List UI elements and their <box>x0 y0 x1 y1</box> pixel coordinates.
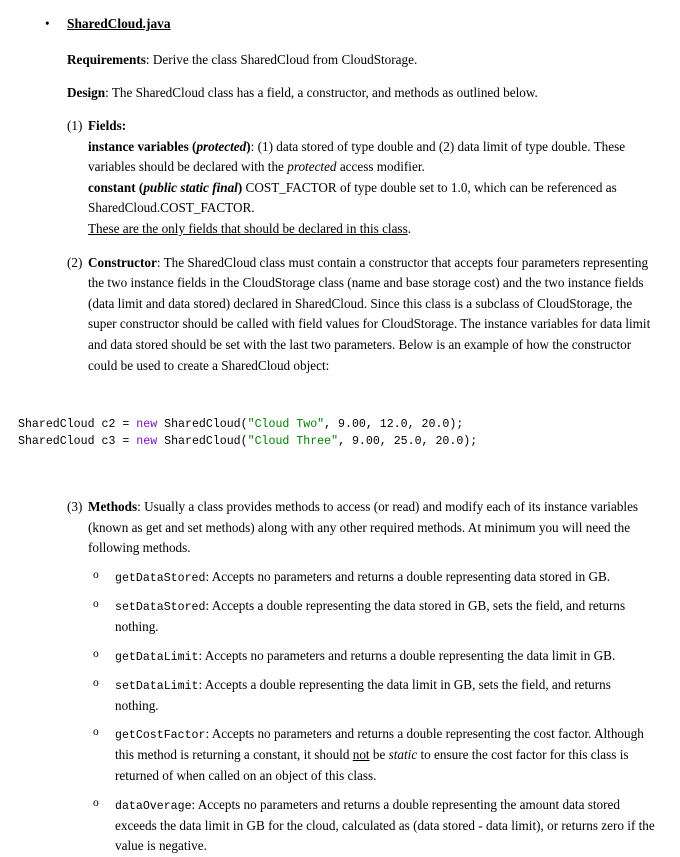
page-title: SharedCloud.java <box>67 16 171 31</box>
document-page: • SharedCloud.java Requirements: Derive … <box>0 0 680 853</box>
code-line-2-mid: SharedCloud( <box>157 434 248 448</box>
constructor-heading: Constructor <box>88 254 157 270</box>
fields-instance-variables-line: instance variables (protected): (1) data… <box>88 137 647 178</box>
circle-bullet-icon: o <box>93 676 99 689</box>
section-number-3: (3) <box>67 499 83 514</box>
code-keyword-new-1: new <box>136 417 158 431</box>
code-keyword-new-2: new <box>136 434 158 448</box>
fields-note-period: . <box>407 221 411 237</box>
circle-bullet-icon: o <box>93 647 99 660</box>
code-block: SharedCloud c2 = new SharedCloud("Cloud … <box>0 376 680 484</box>
protected-keyword-bold-italic: protected <box>196 138 247 154</box>
code-line-1-post: , 9.00, 12.0, 20.0); <box>324 417 464 431</box>
method-name-getdatastored: getDataStored <box>115 571 206 585</box>
design-label: Design <box>67 84 106 100</box>
method-description-4-not: not <box>352 747 370 763</box>
requirements-paragraph: Requirements: Derive the class SharedClo… <box>0 50 680 71</box>
code-line-1: SharedCloud c2 = new SharedCloud("Cloud … <box>18 417 680 434</box>
requirements-label: Requirements <box>67 51 146 67</box>
fields-underlined-note: These are the only fields that should be… <box>88 219 647 240</box>
method-name-dataoverage: dataOverage <box>115 799 192 813</box>
list-item: o setDataLimit: Accepts a double represe… <box>0 675 680 717</box>
method-name-getcostfactor: getCostFactor <box>115 729 206 743</box>
list-item: o getDataLimit: Accepts no parameters an… <box>0 646 680 667</box>
methods-body: Usually a class provides methods to acce… <box>88 499 639 556</box>
section-fields: (1) Fields: instance variables (protecte… <box>0 116 680 240</box>
file-heading-row: • SharedCloud.java <box>0 0 680 35</box>
constructor-heading-separator: : <box>156 254 164 270</box>
code-line-1-mid: SharedCloud( <box>157 417 248 431</box>
method-description-4-static: static <box>388 747 418 763</box>
code-string-1: "Cloud Two" <box>247 417 325 431</box>
methods-heading: Methods <box>88 499 138 514</box>
protected-keyword-italic: protected <box>287 159 337 175</box>
code-line-2-post: , 9.00, 25.0, 20.0); <box>338 434 478 448</box>
circle-bullet-icon: o <box>93 568 99 581</box>
design-paragraph: Design: The SharedCloud class has a fiel… <box>0 83 680 104</box>
fields-note-underlined-text: These are the only fields that should be… <box>88 221 408 237</box>
section-constructor: (2) Constructor: The SharedCloud class m… <box>0 253 680 377</box>
method-description-0: Accepts no parameters and returns a doub… <box>211 568 611 584</box>
constant-label: constant ( <box>88 179 144 195</box>
section-methods: (3) Methods: Usually a class provides me… <box>0 497 680 559</box>
list-item: o dataOverage: Accepts no parameters and… <box>0 795 680 857</box>
code-line-1-pre: SharedCloud c2 = <box>18 417 137 431</box>
section-number-1: (1) <box>67 118 83 134</box>
circle-bullet-icon: o <box>93 726 99 739</box>
circle-bullet-icon: o <box>93 796 99 809</box>
method-name-getdatalimit: getDataLimit <box>115 650 199 664</box>
list-item: o getCostFactor: Accepts no parameters a… <box>0 724 680 786</box>
requirements-text: Derive the class SharedCloud from CloudS… <box>152 51 418 67</box>
section-number-2: (2) <box>67 254 83 270</box>
code-line-2-pre: SharedCloud c3 = <box>18 434 137 448</box>
list-item: o setDataStored: Accepts a double repres… <box>0 596 680 638</box>
bullet-icon: • <box>45 16 50 31</box>
constructor-body: The SharedCloud class must contain a con… <box>88 254 651 373</box>
circle-bullet-icon: o <box>93 597 99 610</box>
fields-constant-line: constant (public static final) COST_FACT… <box>88 178 647 219</box>
instance-variables-label: instance variables ( <box>88 138 197 154</box>
method-name-setdatalimit: setDataLimit <box>115 679 199 693</box>
requirements-separator: : <box>145 51 153 67</box>
design-separator: : <box>105 84 112 100</box>
design-text: The SharedCloud class has a field, a con… <box>111 84 538 100</box>
method-name-setdatastored: setDataStored <box>115 600 206 614</box>
public-static-final-keyword: public static final <box>143 179 238 195</box>
method-description-2: Accepts no parameters and returns a doub… <box>204 647 616 663</box>
instance-variables-tail: access modifier. <box>336 159 425 175</box>
code-line-2: SharedCloud c3 = new SharedCloud("Cloud … <box>18 434 680 451</box>
fields-heading: Fields: <box>88 118 127 134</box>
fields-lines: instance variables (protected): (1) data… <box>88 137 655 240</box>
method-description-4-mid: be <box>369 747 389 763</box>
methods-list: o getDataStored: Accepts no parameters a… <box>0 567 680 857</box>
list-item: o getDataStored: Accepts no parameters a… <box>0 567 680 588</box>
code-string-2: "Cloud Three" <box>247 434 339 448</box>
